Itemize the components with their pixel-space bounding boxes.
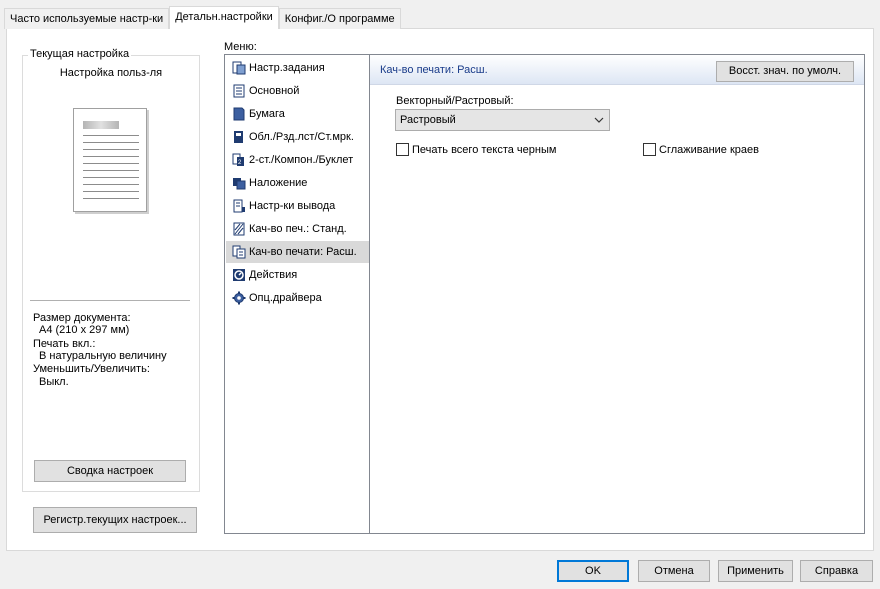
menu-item-paper[interactable]: Бумага [226,103,370,125]
preset-name: Настройка польз-ля [59,67,163,79]
cover-icon [234,131,243,143]
print-on-label: Печать вкл.: [33,338,96,350]
basic-icon [233,84,245,98]
tab-strip: Часто используемые настр-ки Детальн.наст… [4,6,401,29]
smoothing-checkbox[interactable]: Сглаживание краев [643,143,759,156]
menu-item-basic[interactable]: Основной [226,80,370,102]
menu-item-driver-options[interactable]: Опц.драйвера [226,287,370,309]
menu-item-label: Действия [249,269,298,281]
checkbox-box [643,143,656,156]
output-icon [233,199,245,213]
menu-item-quality-standard[interactable]: Кач-во печ.: Станд. [226,218,370,240]
smoothing-label: Сглаживание краев [659,143,759,156]
vector-raster-value: Растровый [400,114,456,126]
register-settings-button[interactable]: Регистр.текущих настроек... [33,507,197,533]
vector-raster-label: Векторный/Растровый: [396,95,514,107]
ok-button[interactable]: OK [557,560,629,582]
menu-item-job-settings[interactable]: Настр.задания [226,57,370,79]
current-settings-legend: Текущая настройка [28,48,132,60]
quality-standard-icon [233,222,245,236]
overlay-icon [233,178,246,190]
cancel-button[interactable]: Отмена [638,560,710,582]
doc-size-value: A4 (210 x 297 мм) [39,324,130,336]
menu-list: Настр.задания Основной Бумага Обл./Рзд.л… [224,54,370,534]
menu-item-cover[interactable]: Обл./Рзд.лст/Ст.мрк. [226,126,370,148]
menu-item-label: Опц.драйвера [249,292,322,304]
settings-summary-button[interactable]: Сводка настроек [34,460,186,482]
job-settings-icon [232,61,246,75]
checkbox-box [396,143,409,156]
print-text-black-label: Печать всего текста черным [412,143,557,156]
tab-detailed-settings[interactable]: Детальн.настройки [169,6,279,29]
panel-title: Кач-во печати: Расш. [380,64,488,76]
duplex-icon: 2 [232,153,244,166]
menu-item-label: Основной [249,85,300,97]
actions-icon [233,269,245,281]
menu-item-label: Кач-во печ.: Станд. [249,223,347,235]
menu-item-label: Обл./Рзд.лст/Ст.мрк. [249,131,354,143]
menu-item-label: Кач-во печати: Расш. [249,246,357,258]
help-button[interactable]: Справка [800,560,873,582]
vector-raster-select[interactable]: Растровый [395,109,610,131]
menu-label: Меню: [224,41,257,53]
quality-advanced-icon [232,245,246,259]
restore-defaults-button[interactable]: Восст. знач. по умолч. [716,61,854,82]
print-on-value: В натуральную величину [39,350,167,362]
menu-item-quality-advanced[interactable]: Кач-во печати: Расш. [226,241,370,263]
apply-button[interactable]: Применить [718,560,793,582]
divider [30,300,190,301]
tab-config-about[interactable]: Конфиг./О программе [278,8,401,29]
doc-size-label: Размер документа: [33,312,131,324]
print-text-black-checkbox[interactable]: Печать всего текста черным [396,143,556,156]
menu-item-label: Настр.задания [249,62,325,74]
menu-item-label: Бумага [249,108,285,120]
menu-item-label: 2-ст./Компон./Буклет [249,154,354,166]
zoom-value: Выкл. [39,376,69,388]
menu-item-overlay[interactable]: Наложение [226,172,370,194]
panel-header: Кач-во печати: Расш. Восст. знач. по умо… [370,55,864,85]
chevron-down-icon [594,117,604,123]
tab-frequent-settings[interactable]: Часто используемые настр-ки [4,8,170,29]
menu-item-actions[interactable]: Действия [226,264,370,286]
zoom-label: Уменьшить/Увеличить: [33,363,150,375]
menu-item-output[interactable]: Настр-ки вывода [226,195,370,217]
paper-icon [233,107,245,121]
driver-options-icon [232,291,246,305]
menu-item-duplex[interactable]: 2 2-ст./Компон./Буклет [226,149,370,171]
menu-item-label: Настр-ки вывода [249,200,336,212]
page-preview-icon [73,108,147,212]
settings-panel: Кач-во печати: Расш. Восст. знач. по умо… [369,54,865,534]
menu-item-label: Наложение [249,177,308,189]
